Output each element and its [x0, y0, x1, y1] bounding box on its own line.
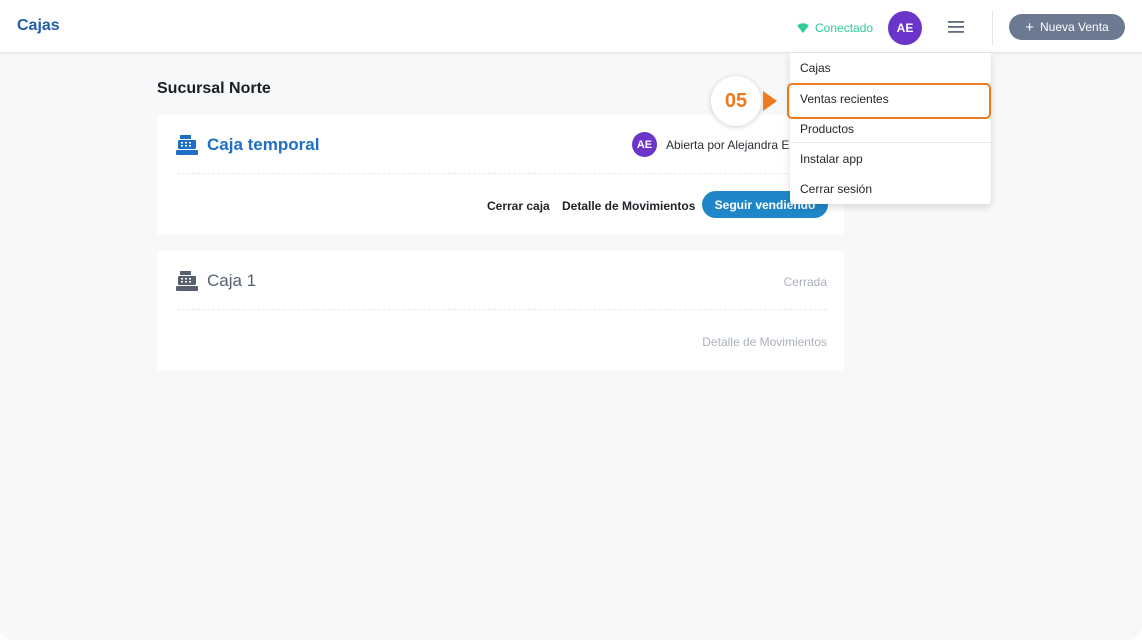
top-bar: Cajas Conectado AE + Nueva Venta — [0, 0, 1142, 53]
cash-register-icon — [176, 271, 198, 291]
register-status: AE Abierta por Alejandra Er — [632, 132, 793, 157]
register-card: Caja 1 Cerrada Detalle de Movimientos — [157, 251, 844, 371]
menu-item-cerrar-sesion[interactable]: Cerrar sesión — [790, 174, 991, 204]
menu-item-cajas[interactable]: Cajas — [790, 53, 991, 83]
main-menu-dropdown: Cajas Ventas recientes Productos Instala… — [790, 53, 991, 204]
new-sale-label: Nueva Venta — [1040, 20, 1109, 34]
cash-register-icon — [176, 135, 198, 155]
step-highlight — [787, 83, 991, 119]
opened-by-avatar: AE — [632, 132, 657, 157]
menu-item-instalar-app[interactable]: Instalar app — [790, 144, 991, 174]
movement-details-link[interactable]: Detalle de Movimientos — [562, 199, 695, 213]
register-status: Cerrada — [783, 275, 827, 289]
card-divider — [177, 309, 827, 310]
register-card: Caja temporal AE Abierta por Alejandra E… — [157, 115, 844, 235]
connection-label: Conectado — [815, 21, 874, 35]
menu-button[interactable] — [945, 17, 967, 37]
wifi-icon — [797, 23, 809, 33]
close-register-link[interactable]: Cerrar caja — [487, 199, 550, 213]
page-title: Cajas — [17, 17, 60, 34]
card-divider — [177, 173, 827, 174]
header-divider — [992, 10, 993, 46]
plus-icon: + — [1025, 18, 1035, 36]
hamburger-menu-icon — [948, 21, 964, 33]
menu-divider — [790, 142, 991, 143]
opened-by-text: Abierta por Alejandra Er — [666, 137, 794, 152]
register-name[interactable]: Caja temporal — [207, 135, 319, 155]
register-name[interactable]: Caja 1 — [207, 271, 256, 291]
movement-details-link[interactable]: Detalle de Movimientos — [702, 335, 827, 349]
connection-status: Conectado — [797, 20, 873, 36]
new-sale-button[interactable]: + Nueva Venta — [1009, 14, 1125, 40]
app-frame: Cajas Conectado AE + Nueva Venta Sucursa… — [0, 0, 1142, 640]
step-badge: 05 — [711, 76, 761, 126]
user-avatar[interactable]: AE — [888, 11, 922, 45]
branch-title: Sucursal Norte — [157, 80, 271, 97]
arrow-right-icon — [763, 91, 777, 111]
